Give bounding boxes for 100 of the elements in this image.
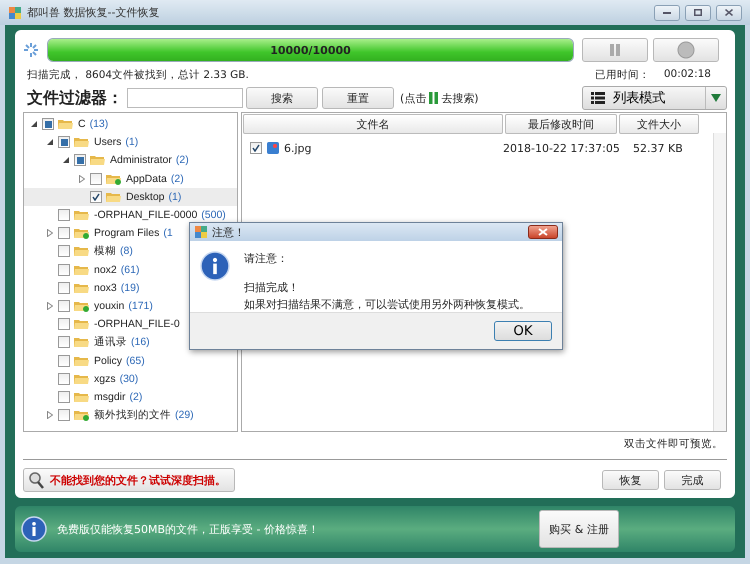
checkbox[interactable] — [58, 209, 70, 222]
minimize-icon — [663, 12, 671, 14]
elapsed-label: 已用时间： — [594, 68, 650, 82]
elapsed-time: 00:02:18 — [664, 68, 711, 82]
item-count: (13) — [90, 118, 108, 130]
item-count: (2) — [130, 390, 142, 403]
file-modified: 2018-10-22 17:37:05 — [503, 142, 621, 154]
checkbox[interactable] — [90, 172, 102, 185]
item-count: (65) — [126, 354, 145, 367]
magnifier-icon — [28, 471, 44, 489]
folder-name[interactable]: C — [78, 118, 86, 130]
deep-scan-button[interactable]: 不能找到您的文件？试试深度扫描。 — [23, 468, 235, 492]
dialog-message: 如果对扫描结果不满意，可以尝试使用另外两种恢复模式。 — [244, 297, 530, 312]
reset-button[interactable]: 重置 — [322, 87, 394, 109]
checkbox[interactable] — [58, 136, 70, 148]
pause-icon — [609, 43, 621, 57]
folder-name[interactable]: 模糊 — [94, 244, 116, 258]
recover-button[interactable]: 恢复 — [602, 470, 659, 490]
folder-name[interactable]: Users — [94, 136, 122, 148]
folder-name[interactable]: Policy — [94, 354, 122, 367]
checkbox[interactable] — [58, 409, 70, 422]
folder-name[interactable]: -ORPHAN_FILE-0000 — [94, 209, 198, 222]
progress-text: 10000/10000 — [270, 44, 351, 56]
checkbox[interactable] — [90, 190, 102, 203]
folder-name[interactable]: Program Files — [94, 227, 160, 240]
minimize-button[interactable] — [654, 4, 680, 20]
folder-name[interactable]: Desktop — [126, 190, 165, 203]
folder-name[interactable]: msgdir — [94, 390, 126, 403]
folder-icon — [74, 390, 90, 403]
checkbox[interactable] — [58, 336, 70, 348]
finish-button[interactable]: 完成 — [664, 470, 721, 490]
ok-button[interactable]: OK — [494, 321, 552, 342]
caret-icon — [711, 94, 721, 102]
view-mode-dropdown[interactable]: 列表模式 — [582, 86, 727, 110]
expand-arrow-icon[interactable] — [63, 157, 69, 164]
folder-name[interactable]: nox2 — [94, 264, 117, 276]
filter-field[interactable] — [127, 88, 243, 108]
collapse-arrow-icon[interactable] — [79, 174, 85, 183]
maximize-button[interactable] — [685, 4, 711, 20]
checkbox[interactable] — [58, 300, 70, 312]
folder-icon — [58, 118, 74, 130]
folder-icon — [90, 154, 106, 166]
folder-icon — [74, 264, 90, 276]
collapse-arrow-icon[interactable] — [47, 229, 53, 238]
column-header[interactable]: 最后修改时间 — [505, 114, 617, 134]
checkbox[interactable] — [58, 372, 70, 385]
close-button[interactable] — [716, 4, 742, 20]
list-icon — [591, 92, 605, 104]
checkbox[interactable] — [58, 354, 70, 367]
file-name: 6.jpg — [284, 142, 313, 154]
item-count: (30) — [120, 372, 138, 385]
checkbox[interactable] — [250, 142, 262, 154]
scrollbar[interactable] — [713, 133, 726, 431]
checkbox[interactable] — [42, 118, 54, 130]
item-count: (2) — [176, 154, 189, 166]
item-count: (171) — [128, 300, 153, 312]
folder-icon — [74, 354, 90, 367]
checkbox[interactable] — [58, 245, 70, 258]
folder-badge-icon — [106, 172, 122, 185]
folder-name[interactable]: youxin — [94, 300, 124, 312]
stop-button[interactable] — [653, 38, 719, 62]
expand-arrow-icon[interactable] — [47, 139, 53, 146]
check-icon — [252, 144, 260, 152]
checkbox[interactable] — [58, 318, 70, 330]
hint-text: (点击 — [400, 90, 426, 106]
info-icon — [200, 251, 230, 282]
folder-name[interactable]: 额外找到的文件 — [94, 408, 171, 422]
search-button[interactable]: 搜索 — [246, 87, 318, 109]
pause-button[interactable] — [582, 38, 648, 62]
folder-name[interactable]: AppData — [126, 172, 167, 185]
collapse-arrow-icon[interactable] — [47, 411, 53, 420]
checkbox[interactable] — [74, 154, 86, 166]
app-logo-icon — [8, 6, 22, 20]
checkbox[interactable] — [58, 390, 70, 403]
item-count: (19) — [120, 282, 140, 294]
checkbox[interactable] — [58, 264, 70, 276]
stop-icon — [677, 41, 695, 59]
folder-name[interactable]: xgzs — [94, 372, 116, 385]
buy-register-button[interactable]: 购买 & 注册 — [539, 510, 619, 548]
item-count: (1) — [125, 136, 138, 148]
expand-arrow-icon[interactable] — [31, 121, 37, 128]
folder-name[interactable]: Administrator — [110, 154, 172, 166]
collapse-arrow-icon[interactable] — [47, 302, 53, 310]
column-header[interactable]: 文件大小 — [619, 114, 699, 134]
pause-icon — [429, 92, 438, 104]
selected-tree-row[interactable]: Desktop (1) — [24, 188, 237, 206]
item-count: (2) — [170, 172, 184, 185]
folder-icon — [74, 318, 90, 330]
item-count: (16) — [131, 336, 150, 348]
folder-badge-icon — [74, 227, 90, 240]
file-size: 52.37 KB — [633, 142, 683, 154]
checkbox[interactable] — [58, 282, 70, 294]
scan-status-text: 扫描完成， 8604文件被找到，总计 2.33 GB. — [27, 68, 249, 82]
folder-name[interactable]: 通讯录 — [94, 335, 127, 350]
column-header[interactable]: 文件名 — [243, 114, 503, 134]
hint-text: 去搜索) — [441, 90, 479, 106]
folder-name[interactable]: nox3 — [94, 282, 117, 294]
close-button[interactable] — [528, 225, 558, 240]
folder-name[interactable]: -ORPHAN_FILE-0 — [94, 318, 180, 330]
checkbox[interactable] — [58, 227, 70, 240]
